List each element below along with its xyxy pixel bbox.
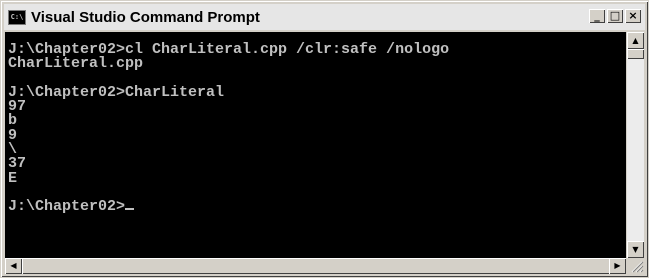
console-line: E — [8, 169, 18, 187]
scroll-down-button[interactable]: ▼ — [627, 241, 644, 258]
vertical-scrollbar[interactable]: ▲ ▼ — [627, 32, 644, 258]
console-icon[interactable]: C:\ — [8, 9, 26, 25]
window-title: Visual Studio Command Prompt — [31, 8, 260, 26]
text-cursor — [125, 208, 135, 211]
window-controls: _ □ × — [587, 9, 641, 23]
vertical-scroll-thumb[interactable] — [627, 49, 644, 59]
console-prompt-line: J:\Chapter02> — [8, 198, 126, 216]
close-button[interactable]: × — [625, 9, 641, 23]
console-output-area[interactable]: J:\Chapter02>cl CharLiteral.cpp /clr:saf… — [5, 32, 626, 258]
console-text: J:\Chapter02>cl CharLiteral.cpp /clr:saf… — [5, 32, 626, 215]
console-line: J:\Chapter02>CharLiteral — [8, 83, 225, 101]
horizontal-scrollbar[interactable]: ◀ ▶ — [5, 258, 626, 274]
horizontal-scroll-thumb[interactable] — [22, 258, 612, 274]
scroll-left-button[interactable]: ◀ — [5, 258, 22, 274]
minimize-button[interactable]: _ — [589, 9, 605, 23]
resize-grip-icon[interactable] — [627, 258, 644, 274]
title-bar[interactable]: C:\ Visual Studio Command Prompt _ □ × — [4, 4, 645, 30]
console-window: C:\ Visual Studio Command Prompt _ □ × J… — [0, 0, 649, 278]
console-line: CharLiteral.cpp — [8, 55, 144, 73]
maximize-button[interactable]: □ — [607, 9, 623, 23]
scroll-right-button[interactable]: ▶ — [609, 258, 626, 274]
scroll-up-button[interactable]: ▲ — [627, 32, 644, 49]
